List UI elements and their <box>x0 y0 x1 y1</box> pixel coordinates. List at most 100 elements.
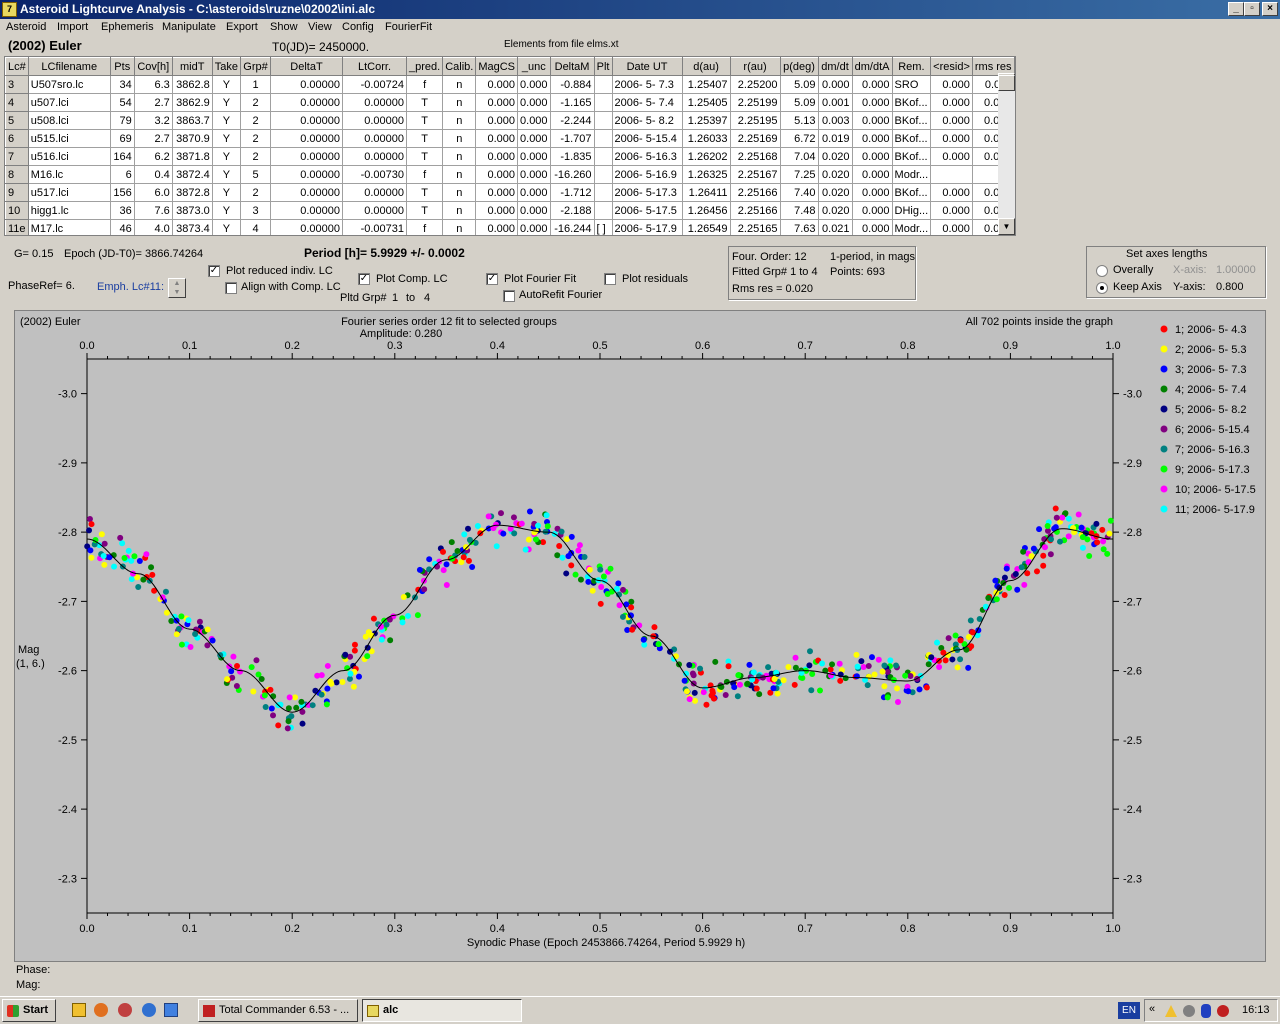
table-cell[interactable]: BKof... <box>891 129 932 148</box>
table-cell[interactable]: -0.00730 <box>342 165 407 184</box>
table-cell[interactable]: 2.7 <box>133 93 173 112</box>
column-header[interactable]: Plt <box>593 57 613 76</box>
table-cell[interactable]: 0.020 <box>817 201 853 220</box>
table-cell[interactable]: 0.000 <box>930 111 973 130</box>
row-header[interactable]: 6 <box>5 129 29 148</box>
antivirus-icon[interactable] <box>1217 1005 1229 1017</box>
table-cell[interactable]: 0.00000 <box>270 183 343 202</box>
table-row[interactable]: 8 M16.lc 6 0.4 3872.4 Y 5 0.00000 -0.00730 f n 0.00… <box>5 165 1015 184</box>
table-cell[interactable]: 0.00000 <box>270 201 343 220</box>
language-indicator[interactable]: EN <box>1118 1002 1140 1019</box>
column-header[interactable]: dm/dt <box>817 57 853 76</box>
bluetooth-icon[interactable] <box>1201 1004 1211 1018</box>
table-cell[interactable]: 0.000 <box>517 183 551 202</box>
row-header[interactable]: 4 <box>5 93 29 112</box>
menu-asteroid[interactable]: Asteroid <box>6 21 46 33</box>
table-cell[interactable]: 0.00000 <box>270 165 343 184</box>
table-cell[interactable] <box>593 183 613 202</box>
table-cell[interactable]: 0.000 <box>475 111 519 130</box>
table-cell[interactable]: n <box>442 93 477 112</box>
table-cell[interactable]: 0.001 <box>817 93 853 112</box>
table-cell[interactable]: 1.26033 <box>681 129 731 148</box>
app-icon[interactable]: 7 <box>2 2 17 17</box>
align-comp-checkbox[interactable] <box>225 282 237 294</box>
table-cell[interactable]: 1.26411 <box>681 183 731 202</box>
menu-show[interactable]: Show <box>270 21 298 33</box>
table-cell[interactable]: 0.020 <box>817 147 853 166</box>
table-cell[interactable]: 1.26549 <box>681 219 731 235</box>
pltd-grp-from[interactable]: 1 <box>392 292 398 304</box>
pltd-grp-to[interactable]: 4 <box>424 292 430 304</box>
app-shortcut-icon[interactable] <box>72 1003 86 1017</box>
table-cell[interactable]: -1.835 <box>549 147 595 166</box>
table-cell[interactable]: 0.00000 <box>342 111 407 130</box>
table-cell[interactable]: Y <box>211 183 242 202</box>
row-header[interactable]: 7 <box>5 147 29 166</box>
table-cell[interactable]: 0.000 <box>930 129 973 148</box>
column-header[interactable]: MagCS <box>475 57 519 76</box>
table-cell[interactable]: U507sro.lc <box>27 75 111 94</box>
table-cell[interactable]: 0.000 <box>475 147 519 166</box>
column-header[interactable]: LCfilename <box>27 57 111 76</box>
table-cell[interactable]: Y <box>211 75 242 94</box>
scroll-thumb[interactable] <box>998 75 1015 91</box>
column-header[interactable]: DeltaM <box>549 57 595 76</box>
firefox-icon[interactable] <box>94 1003 108 1017</box>
table-cell[interactable]: 0.021 <box>817 219 853 235</box>
row-header[interactable]: 3 <box>5 75 29 94</box>
task-total-commander[interactable]: Total Commander 6.53 - ... <box>198 999 358 1022</box>
emph-spinner[interactable]: ▲ ▼ <box>168 278 186 298</box>
table-cell[interactable]: u516.lci <box>27 147 111 166</box>
table-cell[interactable]: SRO <box>891 75 932 94</box>
table-cell[interactable]: 3873.0 <box>171 201 213 220</box>
table-cell[interactable]: n <box>442 183 477 202</box>
table-cell[interactable]: [ ] <box>593 219 613 235</box>
column-header[interactable]: Take <box>211 57 242 76</box>
table-cell[interactable]: 2.25169 <box>729 129 781 148</box>
table-cell[interactable] <box>593 93 613 112</box>
table-cell[interactable]: 3.2 <box>133 111 173 130</box>
browser-icon[interactable] <box>118 1003 132 1017</box>
table-cell[interactable]: 34 <box>109 75 135 94</box>
table-cell[interactable]: 2006- 5-16.9 <box>611 165 683 184</box>
table-cell[interactable]: 0.000 <box>517 219 551 235</box>
table-cell[interactable]: 0.00000 <box>270 75 343 94</box>
table-cell[interactable]: 2006- 5-17.9 <box>611 219 683 235</box>
table-cell[interactable]: 0.00000 <box>270 129 343 148</box>
table-cell[interactable]: 5 <box>240 165 271 184</box>
table-cell[interactable]: 2 <box>240 147 271 166</box>
table-cell[interactable] <box>593 111 613 130</box>
table-cell[interactable]: M17.lc <box>27 219 111 235</box>
lightcurve-grid[interactable]: Lc# LCfilename Pts Cov[h] midT Take Grp# DeltaT… <box>4 56 1016 236</box>
row-header[interactable]: 5 <box>5 111 29 130</box>
plot-fourier-checkbox[interactable]: ✓ <box>486 273 498 285</box>
table-cell[interactable]: 0.000 <box>851 183 893 202</box>
table-cell[interactable]: 7.63 <box>779 219 819 235</box>
table-row[interactable]: 9 u517.lci 156 6.0 3872.8 Y 2 0.00000 0.00000 Tn 0… <box>5 183 1015 202</box>
table-cell[interactable]: 0.00000 <box>270 219 343 235</box>
table-cell[interactable]: -2.188 <box>549 201 595 220</box>
table-cell[interactable]: 3862.9 <box>171 93 213 112</box>
column-header[interactable]: Cov[h] <box>133 57 173 76</box>
table-cell[interactable]: Y <box>211 165 242 184</box>
table-cell[interactable]: 7.25 <box>779 165 819 184</box>
table-cell[interactable]: n <box>442 147 477 166</box>
table-cell[interactable]: 0.000 <box>517 129 551 148</box>
table-cell[interactable]: 3873.4 <box>171 219 213 235</box>
plot-residuals-checkbox[interactable] <box>604 273 616 285</box>
table-cell[interactable]: Y <box>211 93 242 112</box>
table-cell[interactable]: 2.25166 <box>729 201 781 220</box>
table-cell[interactable]: f <box>405 165 444 184</box>
table-cell[interactable]: 0.000 <box>517 147 551 166</box>
table-cell[interactable]: 2.25167 <box>729 165 781 184</box>
table-cell[interactable]: -1.165 <box>549 93 595 112</box>
table-cell[interactable]: 1.26202 <box>681 147 731 166</box>
table-cell[interactable]: 0.000 <box>930 219 973 235</box>
menu-view[interactable]: View <box>308 21 332 33</box>
menu-config[interactable]: Config <box>342 21 374 33</box>
table-cell[interactable]: 2 <box>240 93 271 112</box>
row-header[interactable]: 8 <box>5 165 29 184</box>
table-cell[interactable]: 2 <box>240 183 271 202</box>
table-cell[interactable]: 6.0 <box>133 183 173 202</box>
table-cell[interactable]: T <box>405 201 444 220</box>
